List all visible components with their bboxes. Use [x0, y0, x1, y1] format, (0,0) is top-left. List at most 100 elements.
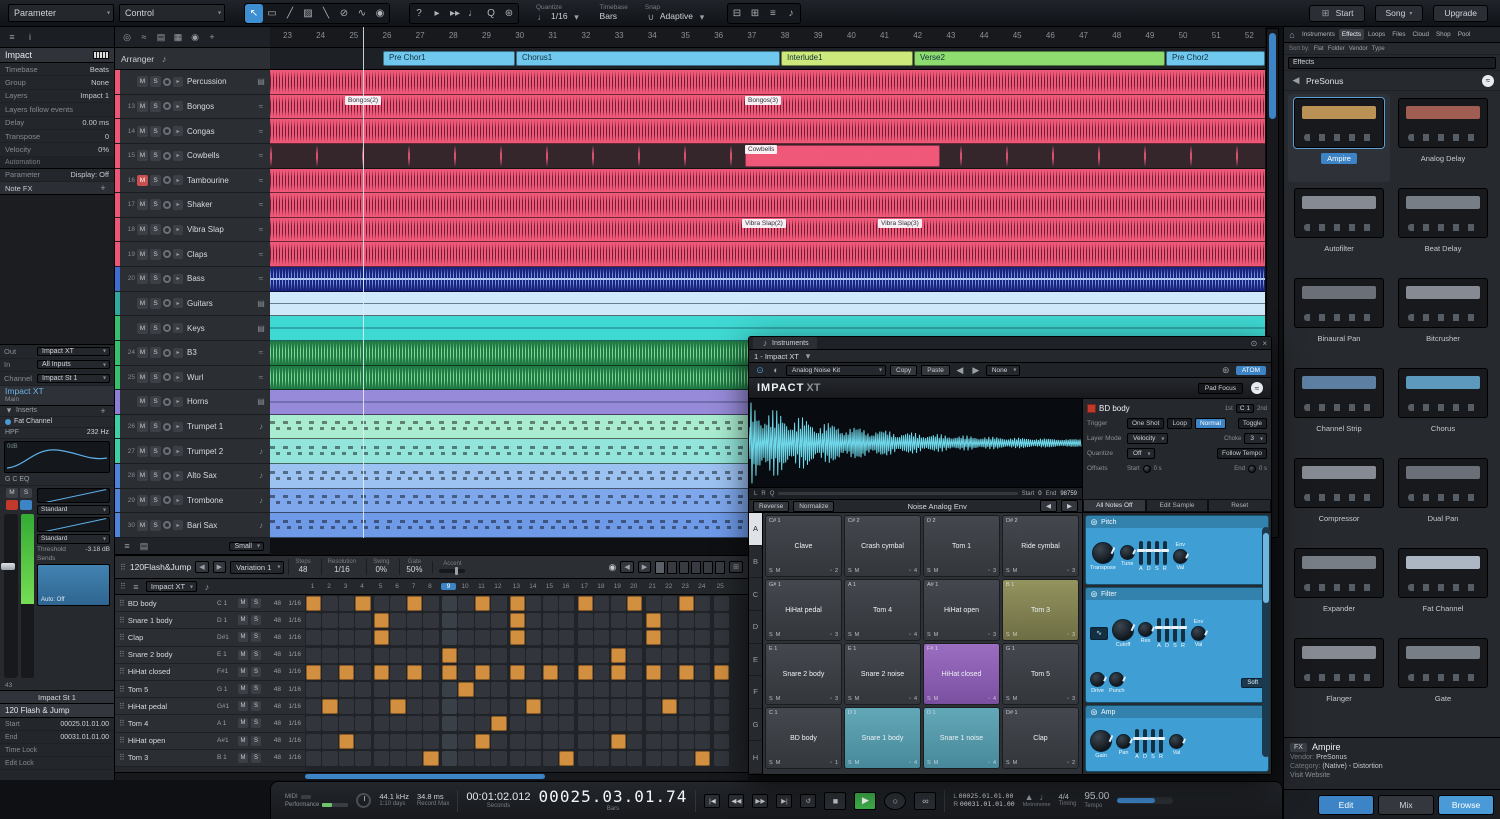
- bank-button[interactable]: D: [749, 611, 762, 644]
- step-cell[interactable]: [355, 734, 370, 749]
- row-mute-button[interactable]: M: [238, 684, 248, 694]
- gain-knob[interactable]: [1090, 730, 1112, 752]
- step-cell[interactable]: [594, 630, 609, 645]
- step-cell[interactable]: [526, 716, 541, 731]
- pad-solo-button[interactable]: S: [927, 760, 931, 766]
- step-cell[interactable]: [322, 682, 337, 697]
- step-cell[interactable]: [355, 665, 370, 680]
- step-cell[interactable]: [322, 751, 337, 766]
- pad-mute-button[interactable]: M: [776, 632, 781, 638]
- sort-option[interactable]: Type: [1372, 46, 1385, 52]
- bars-display[interactable]: 00025.03.01.74Bars: [539, 788, 688, 813]
- drag-handle-icon[interactable]: ⠿: [120, 582, 126, 591]
- step-cell[interactable]: [611, 699, 626, 714]
- step-cell[interactable]: [491, 751, 506, 766]
- step-cell[interactable]: [390, 682, 405, 697]
- bank-button[interactable]: H: [749, 741, 762, 774]
- step-cell[interactable]: [374, 596, 389, 611]
- step-cell[interactable]: [526, 630, 541, 645]
- toolbar-icon[interactable]: ♩: [464, 4, 482, 23]
- step-cell[interactable]: [390, 630, 405, 645]
- pad-mute-button[interactable]: M: [1013, 568, 1018, 574]
- step-cell[interactable]: [611, 630, 626, 645]
- trigger-option[interactable]: Loop: [1167, 418, 1191, 429]
- instruments-tab[interactable]: ♪ Instruments: [753, 337, 817, 349]
- pad-solo-button[interactable]: S: [1006, 568, 1010, 574]
- step-cell[interactable]: [322, 665, 337, 680]
- step-cell[interactable]: [339, 751, 354, 766]
- track-record-arm[interactable]: [163, 349, 171, 357]
- step-cell[interactable]: [646, 613, 661, 628]
- step-cell[interactable]: [510, 613, 525, 628]
- step-cell[interactable]: [390, 699, 405, 714]
- pad-mute-button[interactable]: M: [1013, 696, 1018, 702]
- step-cell[interactable]: [458, 734, 473, 749]
- track-solo-button[interactable]: S: [150, 224, 161, 235]
- metronome-controls[interactable]: ▲♩ Metronome: [1023, 793, 1051, 809]
- step-cell[interactable]: [322, 596, 337, 611]
- step-cell[interactable]: [355, 630, 370, 645]
- track-mute-button[interactable]: M: [137, 520, 148, 531]
- step-cell[interactable]: [442, 665, 457, 680]
- inserts-header[interactable]: ▾ Inserts +: [0, 406, 114, 417]
- row-drag-handle[interactable]: ⠿: [119, 685, 125, 694]
- step-cell[interactable]: [407, 699, 422, 714]
- drum-pad[interactable]: B 1 Tom 3 S M ◦ 3: [1002, 579, 1079, 641]
- pad-mute-button[interactable]: M: [934, 696, 939, 702]
- drum-pad[interactable]: C 1 BD body S M ◦ 1: [765, 707, 842, 769]
- pad-solo-button[interactable]: S: [1006, 696, 1010, 702]
- step-cell[interactable]: [679, 699, 694, 714]
- tool-button[interactable]: ╲: [317, 4, 335, 23]
- instrument-instance-bar[interactable]: 1 - Impact XT ▾: [749, 350, 1271, 363]
- track-solo-button[interactable]: S: [150, 150, 161, 161]
- step-cell[interactable]: [543, 613, 558, 628]
- bank-button[interactable]: G: [749, 709, 762, 742]
- prev-preset-icon[interactable]: ◀: [954, 365, 966, 376]
- step-cell[interactable]: [543, 699, 558, 714]
- track-record-arm[interactable]: [163, 496, 171, 504]
- variation-thumbnails[interactable]: [655, 561, 725, 574]
- step-cell[interactable]: [355, 613, 370, 628]
- step-cell[interactable]: [611, 751, 626, 766]
- track-mute-button[interactable]: M: [137, 126, 148, 137]
- plugin-tile[interactable]: Ampire: [1288, 94, 1390, 182]
- browser-tab[interactable]: Effects: [1339, 29, 1364, 40]
- track-row[interactable]: 24 M S ▸ B3 ≈: [115, 341, 270, 366]
- close-icon[interactable]: ×: [1262, 339, 1267, 348]
- track-monitor-button[interactable]: ▸: [173, 323, 183, 333]
- step-cell[interactable]: [374, 751, 389, 766]
- transport-nav-button[interactable]: ↺: [800, 794, 816, 808]
- track-monitor-button[interactable]: ▸: [173, 495, 183, 505]
- sort-option[interactable]: Flat: [1314, 46, 1324, 52]
- track-record-arm[interactable]: [163, 78, 171, 86]
- step-cell[interactable]: [510, 734, 525, 749]
- step-cell[interactable]: [578, 751, 593, 766]
- step-cell[interactable]: [662, 630, 677, 645]
- step-cell[interactable]: [374, 630, 389, 645]
- step-cell[interactable]: [627, 734, 642, 749]
- track-record-arm[interactable]: [163, 176, 171, 184]
- track-row[interactable]: 25 M S ▸ Wurl ≈: [115, 366, 270, 391]
- step-cell[interactable]: [407, 648, 422, 663]
- step-cell[interactable]: [339, 613, 354, 628]
- track-row[interactable]: 18 M S ▸ Vibra Slap ≈: [115, 218, 270, 243]
- drum-pad[interactable]: C# 2 Crash cymbal S M ◦ 4: [844, 515, 921, 577]
- browser-search-input[interactable]: [1288, 57, 1496, 69]
- soft-clip-button[interactable]: Soft: [1241, 678, 1264, 688]
- step-cell[interactable]: [662, 751, 677, 766]
- track-mute-button[interactable]: M: [137, 421, 148, 432]
- pattern-row-header[interactable]: ⠿ HiHat closed F#1 M S 48 1/16: [115, 664, 305, 681]
- pad-action-tab[interactable]: Edit Sample: [1146, 499, 1209, 512]
- step-cell[interactable]: [475, 699, 490, 714]
- step-cell[interactable]: [423, 665, 438, 680]
- gear-icon[interactable]: ⊛: [1090, 517, 1098, 528]
- step-cell[interactable]: [374, 613, 389, 628]
- pattern-row-header[interactable]: ⠿ Tom 4 A 1 M S 48 1/16: [115, 715, 305, 732]
- stop-button[interactable]: ■: [824, 792, 846, 810]
- io-routing-select[interactable]: Impact St 1: [37, 374, 110, 383]
- step-cell[interactable]: [543, 596, 558, 611]
- track-row[interactable]: 15 M S ▸ Cowbells ≈: [115, 144, 270, 169]
- step-cell[interactable]: [679, 751, 694, 766]
- step-cell[interactable]: [475, 630, 490, 645]
- step-cell[interactable]: [510, 648, 525, 663]
